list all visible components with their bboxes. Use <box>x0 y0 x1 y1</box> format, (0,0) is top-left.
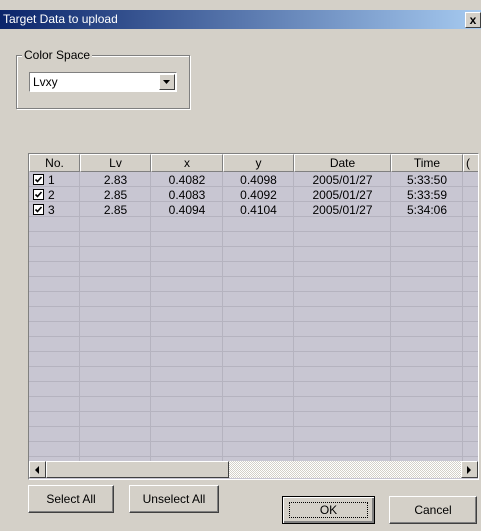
cell-y: 0.4104 <box>240 203 277 217</box>
row-checkbox[interactable] <box>33 174 44 185</box>
cell-x: 0.4094 <box>168 203 206 217</box>
select-all-button[interactable]: Select All <box>28 485 114 513</box>
cell-y: 0.4092 <box>240 188 277 202</box>
cell-time: 5:34:06 <box>406 203 448 217</box>
close-button[interactable]: x <box>465 12 481 28</box>
row-number: 3 <box>48 203 55 217</box>
column-header-date[interactable]: Date <box>294 154 391 172</box>
row-checkbox[interactable] <box>33 189 44 200</box>
cell-x: 0.4083 <box>168 188 206 202</box>
checkmark-icon <box>34 191 43 198</box>
scroll-thumb[interactable] <box>46 461 229 478</box>
cell-time: 5:33:50 <box>406 173 448 187</box>
column-header-lv[interactable]: Lv <box>80 154 151 172</box>
window-title: Target Data to upload <box>3 12 118 26</box>
table-row[interactable]: 2 2.85 0.4083 0.4092 2005/01/27 5:33:59 <box>29 188 478 203</box>
column-header-x[interactable]: x <box>151 154 223 172</box>
column-header-extra[interactable]: ( <box>463 154 478 172</box>
cell-date: 2005/01/27 <box>312 188 373 202</box>
cell-lv: 2.85 <box>103 188 128 202</box>
checkmark-icon <box>34 206 43 213</box>
row-number: 2 <box>48 188 55 202</box>
scroll-right-button[interactable] <box>461 461 478 478</box>
cell-date: 2005/01/27 <box>312 203 373 217</box>
unselect-all-button[interactable]: Unselect All <box>129 485 219 513</box>
cell-date: 2005/01/27 <box>312 173 373 187</box>
horizontal-scrollbar[interactable] <box>29 461 478 478</box>
column-header-y[interactable]: y <box>223 154 294 172</box>
checkmark-icon <box>34 176 43 183</box>
ok-button[interactable]: OK <box>282 496 375 524</box>
cell-x: 0.4082 <box>168 173 206 187</box>
scroll-left-button[interactable] <box>29 461 46 478</box>
chevron-down-icon <box>163 80 170 84</box>
color-space-label: Color Space <box>22 48 93 62</box>
dialog-window: Target Data to upload x Color Space Lvxy… <box>0 0 481 531</box>
cell-time: 5:33:59 <box>406 188 448 202</box>
table-row[interactable]: 1 2.83 0.4082 0.4098 2005/01/27 5:33:50 <box>29 173 478 188</box>
focus-rectangle <box>289 502 368 518</box>
row-number: 1 <box>48 173 55 187</box>
arrow-left-icon <box>35 466 39 474</box>
cell-lv: 2.85 <box>103 203 128 217</box>
cell-lv: 2.83 <box>103 173 128 187</box>
cell-y: 0.4098 <box>240 173 277 187</box>
column-header-time[interactable]: Time <box>391 154 463 172</box>
list-header: No. Lv x y Date Time ( <box>29 154 478 172</box>
title-bar: Target Data to upload x <box>0 10 481 29</box>
table-row[interactable]: 3 2.85 0.4094 0.4104 2005/01/27 5:34:06 <box>29 203 478 218</box>
target-data-list[interactable]: No. Lv x y Date Time ( 1 2.83 0.4082 0.4… <box>28 153 479 480</box>
cancel-button[interactable]: Cancel <box>389 496 477 524</box>
column-header-no[interactable]: No. <box>29 154 80 172</box>
dropdown-arrow-button[interactable] <box>159 74 175 90</box>
color-space-value: Lvxy <box>33 75 58 89</box>
row-checkbox[interactable] <box>33 204 44 215</box>
color-space-dropdown[interactable]: Lvxy <box>29 72 177 92</box>
arrow-right-icon <box>467 466 471 474</box>
